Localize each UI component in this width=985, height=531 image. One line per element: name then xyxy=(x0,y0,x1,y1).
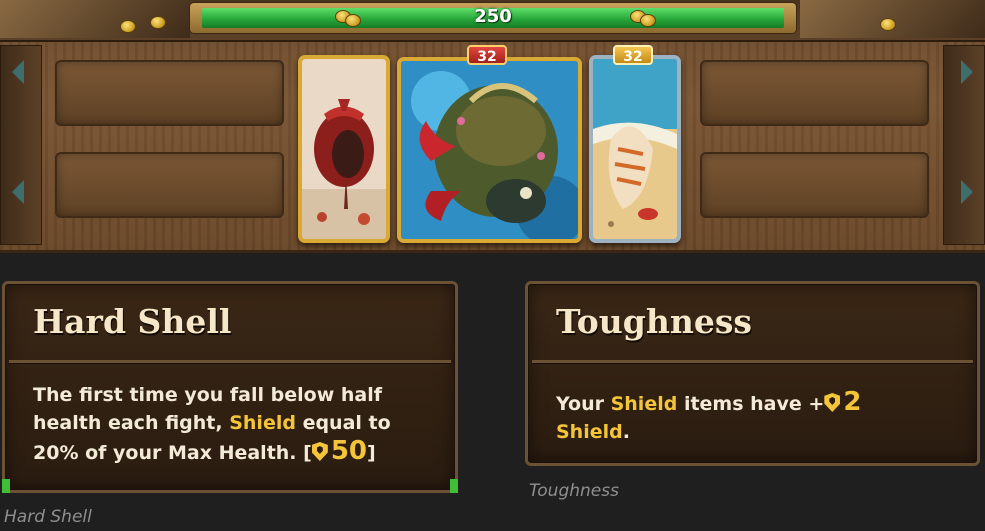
shield-value: 50 xyxy=(330,436,368,466)
crab-monster-icon xyxy=(401,61,578,239)
tooltip-text: . xyxy=(622,421,630,443)
tooltip-text: ] xyxy=(367,442,376,464)
game-board: 250 32 32 xyxy=(0,0,985,253)
coin-icon xyxy=(120,20,136,33)
board-slot-left-bottom xyxy=(55,152,284,218)
board-slot-right-bottom xyxy=(700,152,929,218)
coin-icon xyxy=(880,18,896,31)
left-arrow-icon xyxy=(12,180,24,204)
hard-shell-caption: Hard Shell xyxy=(4,507,92,527)
board-top-rail: 250 xyxy=(0,0,985,42)
red-pouch-icon xyxy=(302,59,386,239)
shield-icon xyxy=(311,442,328,461)
tooltip-description: Your Shield items have + 2 Shield. xyxy=(556,388,953,446)
board-slot-right-top xyxy=(700,60,929,126)
hard-shell-tooltip: Hard Shell The first time you fall below… xyxy=(2,281,458,493)
coin-icon xyxy=(640,14,656,27)
tooltip-description: The first time you fall below half healt… xyxy=(33,381,431,467)
shield-keyword: Shield xyxy=(610,393,678,415)
tooltip-title: Toughness xyxy=(556,302,752,341)
right-arrow-icon xyxy=(961,180,973,204)
seashell-card[interactable] xyxy=(589,55,681,243)
coin-icon xyxy=(345,14,361,27)
health-value: 250 xyxy=(474,6,512,27)
left-arrow-icon xyxy=(12,60,24,84)
shield-keyword: Shield xyxy=(556,421,623,443)
tooltip-divider xyxy=(532,360,973,363)
coin-icon xyxy=(150,16,166,29)
shield-keyword: Shield xyxy=(229,412,296,434)
right-arrow-icon xyxy=(961,60,973,84)
tooltip-text: items have + xyxy=(677,393,825,415)
shield-value: 2 xyxy=(843,387,862,417)
shield-icon xyxy=(824,393,841,412)
board-slot-left-top xyxy=(55,60,284,126)
tooltip-divider xyxy=(9,360,451,363)
rarity-corner xyxy=(2,479,10,493)
card-cost-badge: 32 xyxy=(467,45,507,65)
tooltip-text: Your xyxy=(556,393,611,415)
toughness-tooltip: Toughness Your Shield items have + 2 Shiel… xyxy=(525,281,980,466)
toughness-caption: Toughness xyxy=(529,481,619,501)
card-cost-badge: 32 xyxy=(613,45,653,65)
crab-monster-card[interactable] xyxy=(397,57,582,243)
health-bar: 250 xyxy=(190,3,796,33)
rarity-corner xyxy=(450,479,458,493)
red-pouch-card[interactable] xyxy=(298,55,390,243)
tooltip-title: Hard Shell xyxy=(33,302,232,341)
seashell-icon xyxy=(593,59,677,239)
